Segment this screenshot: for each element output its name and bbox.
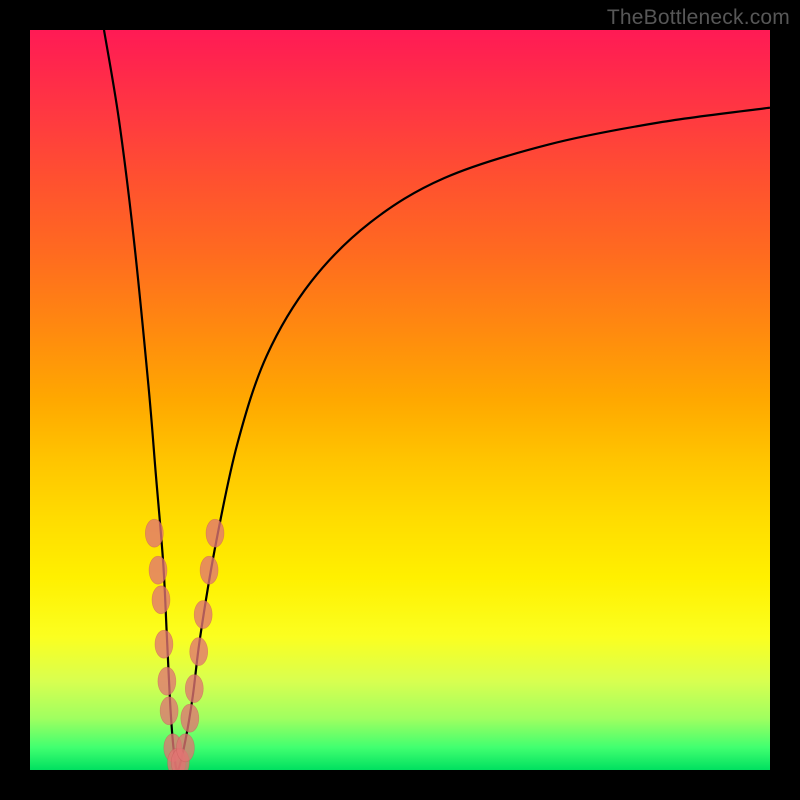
marker-beads bbox=[145, 519, 224, 770]
marker-bead bbox=[145, 519, 163, 547]
marker-bead bbox=[160, 697, 178, 725]
marker-bead bbox=[185, 675, 203, 703]
marker-bead bbox=[200, 556, 218, 584]
plot-area bbox=[30, 30, 770, 770]
curve-layer bbox=[30, 30, 770, 770]
marker-bead bbox=[158, 667, 176, 695]
marker-bead bbox=[155, 630, 173, 658]
marker-bead bbox=[149, 556, 167, 584]
marker-bead bbox=[190, 638, 208, 666]
marker-bead bbox=[152, 586, 170, 614]
marker-bead bbox=[176, 734, 194, 762]
marker-bead bbox=[194, 601, 212, 629]
chart-frame: TheBottleneck.com bbox=[0, 0, 800, 800]
marker-bead bbox=[206, 519, 224, 547]
watermark-text: TheBottleneck.com bbox=[607, 6, 790, 30]
marker-bead bbox=[181, 704, 199, 732]
